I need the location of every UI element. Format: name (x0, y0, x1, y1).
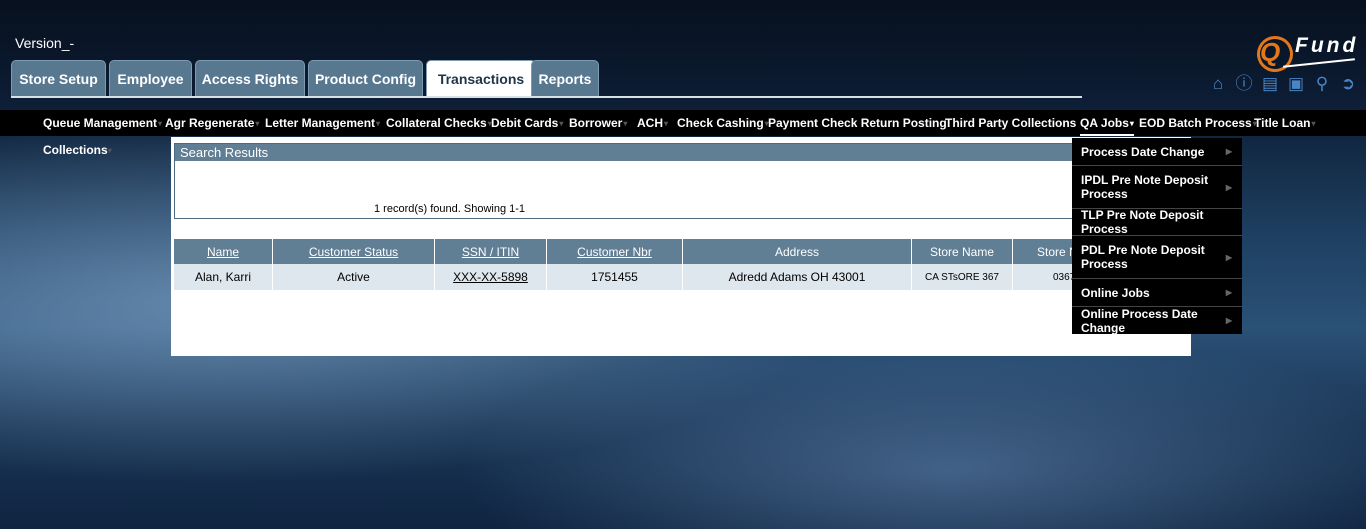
chevron-right-icon: ▶ (1225, 316, 1232, 325)
submenu-process-date-change[interactable]: Process Date Change ▶ (1072, 138, 1242, 166)
logo-swoosh-icon (1283, 58, 1355, 68)
cell-ssn[interactable]: XXX-XX-5898 (434, 264, 547, 290)
tab-reports[interactable]: Reports (531, 60, 599, 96)
menu-agr-regenerate[interactable]: Agr Regenerate▾ (165, 110, 259, 136)
info-icon[interactable]: ⓘ (1234, 74, 1254, 94)
logout-icon[interactable]: ➲ (1338, 74, 1358, 94)
chevron-right-icon: ▶ (1225, 288, 1232, 297)
col-customer-nbr[interactable]: Customer Nbr (546, 239, 683, 264)
menu-borrower[interactable]: Borrower▾ (569, 110, 627, 136)
notes-icon[interactable]: ▤ (1260, 74, 1280, 94)
col-store-name: Store Name (911, 239, 1013, 264)
menu-check-cashing[interactable]: Check Cashing▾ (677, 110, 769, 136)
tab-product-config[interactable]: Product Config (308, 60, 423, 96)
menu-third-party-collections[interactable]: Third Party Collections (945, 110, 1076, 136)
menu-debit-cards[interactable]: Debit Cards▾ (491, 110, 563, 136)
customer-results-table: Name Customer Status SSN / ITIN Customer… (174, 239, 1098, 290)
tab-employee[interactable]: Employee (109, 60, 192, 96)
record-count: 1 record(s) found. Showing 1-1 (374, 203, 526, 215)
submenu-pdl-pre-note-deposit[interactable]: PDL Pre Note Deposit Process ▶ (1072, 236, 1242, 279)
chevron-right-icon: ▶ (1225, 252, 1232, 262)
transactions-menubar: Queue Management▾ Agr Regenerate▾ Letter… (0, 110, 1366, 136)
menu-eod-batch-process[interactable]: EOD Batch Process▾ (1139, 110, 1257, 136)
search-results-box: Search Results 1 record(s) found. Showin… (174, 143, 1174, 219)
submenu-ipdl-pre-note-deposit[interactable]: IPDL Pre Note Deposit Process ▶ (1072, 166, 1242, 209)
cell-status: Active (272, 264, 435, 290)
menu-collateral-checks[interactable]: Collateral Checks▾ (386, 110, 492, 136)
menu-title-loan[interactable]: Title Loan▾ (1254, 110, 1315, 136)
col-address: Address (682, 239, 912, 264)
logo-q: Q (1260, 37, 1281, 67)
tab-divider (11, 96, 1082, 98)
search-results-title: Search Results (175, 144, 1173, 161)
menu-collections[interactable]: Collections▾ (43, 143, 112, 157)
cell-customer-nbr: 1751455 (546, 264, 683, 290)
submenu-tlp-pre-note-deposit[interactable]: TLP Pre Note Deposit Process (1072, 208, 1242, 236)
menu-letter-management[interactable]: Letter Management▾ (265, 110, 380, 136)
qfund-logo: Q Fund (1251, 30, 1359, 78)
menu-ach[interactable]: ACH▾ (637, 110, 668, 136)
table-row[interactable]: Alan, Karri Active XXX-XX-5898 1751455 A… (174, 264, 1098, 290)
col-name[interactable]: Name (174, 239, 273, 264)
qa-jobs-dropdown: Process Date Change ▶ IPDL Pre Note Depos… (1072, 138, 1242, 335)
version-label: Version_- (15, 35, 75, 51)
chevron-right-icon: ▶ (1225, 182, 1232, 192)
search-icon[interactable]: ⚲ (1312, 74, 1332, 94)
col-ssn-itin[interactable]: SSN / ITIN (434, 239, 547, 264)
logo-text: Fund (1295, 34, 1359, 57)
cell-store-name: CA STsORE 367 (911, 264, 1013, 290)
tab-access-rights[interactable]: Access Rights (195, 60, 305, 96)
col-customer-status[interactable]: Customer Status (272, 239, 435, 264)
menu-queue-management[interactable]: Queue Management▾ (43, 110, 162, 136)
table-header-row: Name Customer Status SSN / ITIN Customer… (174, 239, 1098, 264)
menu-payment-check-return-posting[interactable]: Payment Check Return Posting (768, 110, 947, 136)
chevron-right-icon: ▶ (1225, 147, 1232, 156)
cell-address: Adredd Adams OH 43001 (682, 264, 912, 290)
submenu-online-process-date-change[interactable]: Online Process Date Change ▶ (1072, 307, 1242, 335)
tab-store-setup[interactable]: Store Setup (11, 60, 106, 96)
cell-name: Alan, Karri (174, 264, 273, 290)
home-icon[interactable]: ⌂ (1208, 74, 1228, 94)
lock-icon[interactable]: ▣ (1286, 74, 1306, 94)
submenu-online-jobs[interactable]: Online Jobs ▶ (1072, 279, 1242, 307)
menu-qa-jobs[interactable]: QA Jobs▾ (1080, 110, 1134, 136)
tab-transactions[interactable]: Transactions (426, 60, 536, 96)
